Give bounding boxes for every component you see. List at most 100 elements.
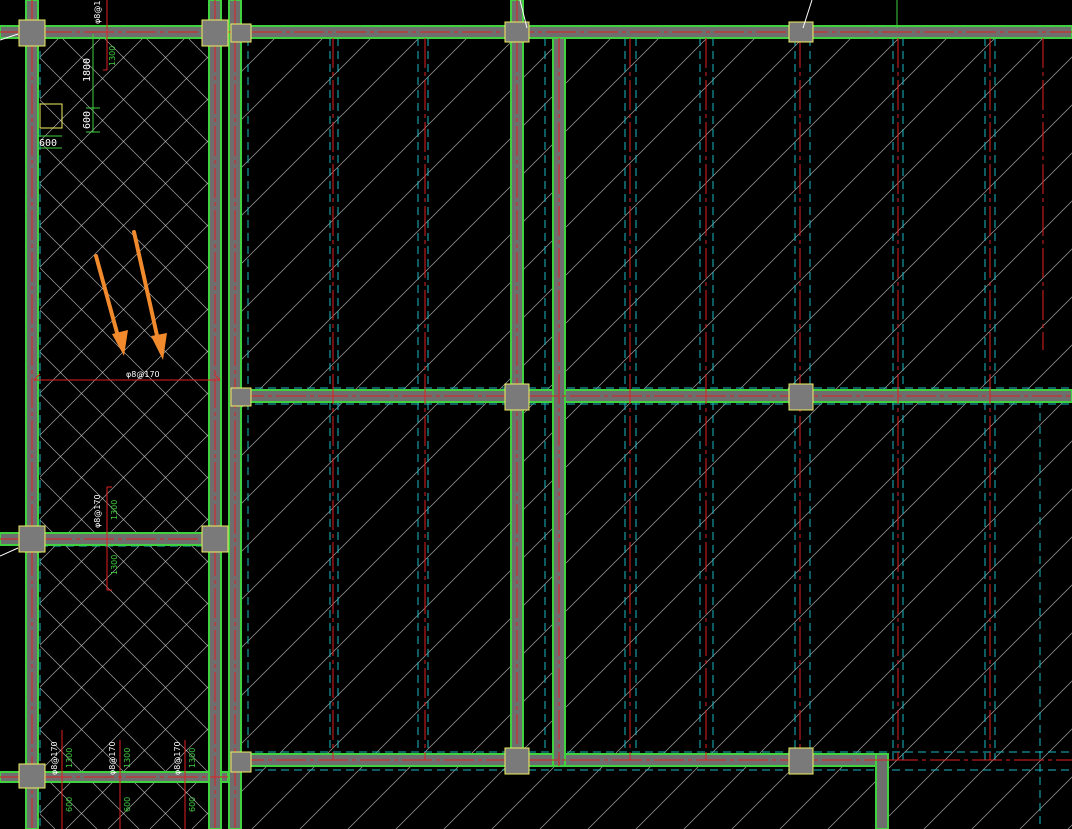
hatch-line [242,38,852,648]
arrow-layer [94,230,167,360]
hatch-line [906,0,1072,829]
hatch-line [242,38,372,168]
arrow-down-right-icon [132,230,167,360]
hatch-line [1067,824,1072,829]
column [504,383,530,411]
hatch-line [696,0,1072,829]
hatch-line [40,134,214,310]
hatch-line [318,0,1072,829]
column [230,387,252,407]
column [201,19,229,47]
rebar-note-main: φ8@170 [126,370,160,379]
hatch-line [402,0,1072,829]
hatch-line [360,0,1072,829]
hatch-line [40,225,214,401]
column [230,23,252,43]
hatch-line [1032,0,1072,829]
column [788,383,814,411]
dim-1800: 1800 [82,58,93,82]
hatch-line [242,38,324,120]
hatch-line [192,0,1021,829]
hatch-line [683,440,1072,829]
hatch-line [40,302,214,478]
hatch-line [40,596,214,772]
opening-box-600 [39,103,63,129]
column [18,525,46,553]
column [788,21,814,43]
rebar-note-mid: φ8@170 [93,494,102,528]
rebar-note-bottom-3: φ8@170 [173,741,182,775]
hatch-line [696,0,1072,829]
hatch-line [40,57,214,233]
hatch-line [780,0,1072,829]
hatch-line [948,0,1072,829]
hatch-line [864,0,1072,829]
beam-layer [0,0,1072,829]
hatch-line [443,200,1072,829]
hatch-line [40,561,214,737]
hatch-line [251,38,1044,829]
drawing-canvas[interactable]: 1800 600 φ8@1 1300 600 φ8@170 φ8@170 130… [0,0,1072,829]
column [504,747,530,775]
hatch-line [971,728,1072,829]
hatch-pattern-left [0,0,1072,829]
dim-600-vertical: 600 [82,111,93,129]
rebar-note-bottom-2: φ8@170 [108,741,117,775]
column [788,747,814,775]
hatch-line [40,141,214,317]
hatch-line [486,0,1072,829]
hatch-line [360,0,1072,829]
hatch-line [191,806,214,829]
hatch-line [242,38,804,600]
rebar-note-top: φ8@1 [93,1,102,24]
hatch-line [923,680,1072,829]
dim-1300-bottom-3: 1300 [188,748,197,768]
hatch-line [570,0,1072,829]
hatch-line [395,152,1072,829]
hatch-line [822,0,1072,829]
hatch-line [40,92,214,268]
column [504,21,530,43]
hatch-line [444,0,1072,829]
hatch-line [40,428,214,604]
hatch-line [347,104,1072,829]
hatch-line [587,344,1072,829]
dim-1300-mid-b: 1300 [110,555,119,575]
hatch-line [738,0,1072,829]
beam [875,753,889,829]
hatch-line [40,512,214,688]
dim-600-horizontal: 600 [39,138,57,149]
hatch-line [40,519,214,695]
hatch-line [612,0,1072,829]
structural-plan: 1800 600 φ8@1 1300 600 φ8@170 φ8@170 130… [0,0,1072,829]
dim-1300-top: 1300 [108,46,117,66]
dim-1300-bottom-2: 1300 [123,748,132,768]
hatch-line [570,0,1072,829]
beam [233,389,1072,403]
hatch-line [738,0,1072,829]
column [18,19,46,47]
hatch-line [234,0,1063,829]
hatch-line [234,0,1063,829]
hatch-line [242,38,708,504]
dim-1300-bottom-1: 1300 [65,748,74,768]
hatch-line [822,0,1072,829]
hatch-line [40,99,214,275]
dim-600-bottom-3: 600 [188,797,197,812]
hatch-line [402,0,1072,829]
dim-1300-mid-a: 1300 [110,500,119,520]
hatch-line [1019,776,1072,829]
hatch-line [242,38,948,744]
hatch-line [827,584,1072,829]
hatch-line [318,0,1072,829]
hatch-line [0,0,25,829]
hatch-line [40,554,214,730]
hatch-line [40,351,214,527]
hatch-line [242,38,996,792]
hatch-line [539,296,1072,829]
hatch-line [40,729,140,829]
hatch-line [780,0,1072,829]
hatch-pattern-right [0,0,1072,829]
hatch-line [242,38,660,456]
hatch-line [0,0,13,829]
